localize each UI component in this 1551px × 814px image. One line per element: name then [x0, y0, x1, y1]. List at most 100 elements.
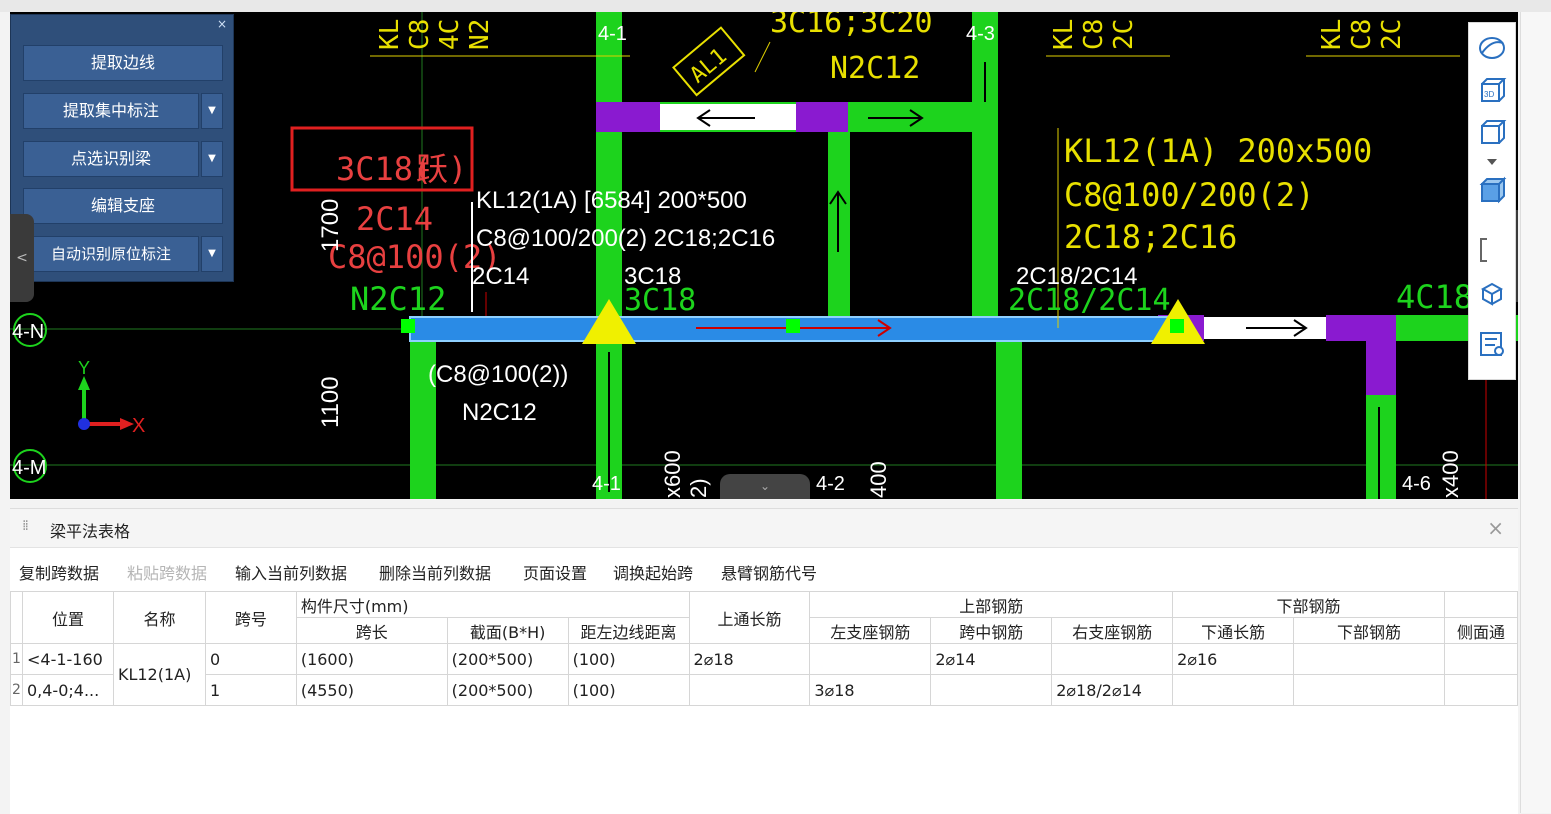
col-left-support[interactable]: 左支座钢筋: [809, 617, 932, 644]
extract-annotation-button[interactable]: 提取集中标注: [23, 93, 199, 129]
cad-drawing[interactable]: KL C8 4C N2 KL C8 2C KL C8 2C 3C16;3C20 …: [10, 12, 1518, 499]
bracket-select-icon[interactable]: [1477, 235, 1507, 265]
col-empty: [1443, 591, 1519, 618]
cell-bottom-through[interactable]: 2⌀16: [1172, 643, 1295, 675]
cell-span-no[interactable]: 0: [204, 643, 297, 675]
col-mid-span[interactable]: 跨中钢筋: [930, 617, 1053, 644]
cell-right-support[interactable]: 2⌀18/2⌀14: [1051, 674, 1174, 706]
grid-label-4-m: 4-M: [12, 457, 46, 479]
col-group-top: 上部钢筋: [809, 591, 1174, 618]
table-toolbar: 复制跨数据 粘贴跨数据 输入当前列数据 删除当前列数据 页面设置 调换起始跨 悬…: [10, 557, 1518, 587]
green-label-n2c12: N2C12: [350, 280, 446, 318]
cell-bottom-bar[interactable]: [1293, 643, 1445, 675]
cell-top-through[interactable]: [688, 674, 811, 706]
purple-support-3: [1366, 315, 1396, 395]
col-bottom-bar[interactable]: 下部钢筋: [1293, 617, 1445, 644]
3d-view-icon[interactable]: 3D: [1477, 75, 1507, 105]
grid-label-4-1-bottom: 4-1: [592, 473, 621, 495]
cell-left-support[interactable]: 3⌀18: [809, 674, 932, 706]
dim-1700: 1700: [317, 199, 344, 252]
cell-mid-span[interactable]: 2⌀14: [930, 643, 1053, 675]
view-toolbar: 3D: [1468, 22, 1516, 380]
grid-label-4-6: 4-6: [1402, 473, 1431, 495]
col-name[interactable]: 名称: [112, 591, 206, 644]
white-label-3c18: 3C18: [624, 263, 681, 290]
auto-recognize-dropdown[interactable]: ▼: [201, 236, 223, 272]
svg-text:KL: KL: [1317, 19, 1347, 50]
col-section[interactable]: 截面(B*H): [446, 617, 569, 644]
cell-position[interactable]: <4-1-160: [21, 643, 114, 675]
cell-side[interactable]: [1443, 643, 1519, 675]
panel-close-button[interactable]: ×: [217, 17, 227, 31]
swap-start-span-button[interactable]: 调换起始跨: [613, 560, 693, 584]
cell-section[interactable]: (200*500): [446, 674, 569, 706]
cell-top-through[interactable]: 2⌀18: [688, 643, 811, 675]
cell-section[interactable]: (200*500): [446, 643, 569, 675]
extract-annotation-dropdown[interactable]: ▼: [201, 93, 223, 129]
cell-span-no[interactable]: 1: [204, 674, 297, 706]
beam-table: 位置 名称 跨号 构件尺寸(mm) 上通长筋 上部钢筋 下部钢筋 跨长 截面(B…: [10, 591, 1519, 706]
copy-span-button[interactable]: 复制跨数据: [19, 560, 99, 584]
delete-column-button[interactable]: 删除当前列数据: [379, 560, 491, 584]
pick-beam-dropdown[interactable]: ▼: [201, 141, 223, 177]
collapse-left-tab[interactable]: <: [10, 214, 34, 302]
cell-bottom-through[interactable]: [1172, 674, 1295, 706]
cell-side[interactable]: [1443, 674, 1519, 706]
col-span-no[interactable]: 跨号: [204, 591, 297, 644]
expand-icon[interactable]: [1477, 155, 1507, 169]
list-view-icon[interactable]: [1477, 329, 1507, 359]
axis-x-label: X: [132, 415, 145, 437]
orbit-icon[interactable]: [1477, 33, 1507, 63]
collapse-bottom-tab[interactable]: ⌄: [720, 474, 810, 499]
col-edge-distance[interactable]: 距左边线距离: [567, 617, 690, 644]
paste-span-button[interactable]: 粘贴跨数据: [127, 560, 207, 584]
yellow-label-c8: C8: [405, 19, 435, 50]
cell-edge-distance[interactable]: (100): [567, 643, 690, 675]
svg-text:C8: C8: [1079, 19, 1109, 50]
table-panel-close-button[interactable]: ×: [1487, 516, 1504, 540]
col-side[interactable]: 侧面通: [1443, 617, 1519, 644]
pick-beam-button[interactable]: 点选识别梁: [23, 141, 199, 177]
drag-grip-icon[interactable]: ⁞⁞: [22, 518, 29, 534]
cell-span-length[interactable]: (1600): [295, 643, 448, 675]
row-number: 2: [10, 674, 23, 706]
page-setup-button[interactable]: 页面设置: [523, 560, 587, 584]
beam-table-panel: ⁞⁞ 梁平法表格 × 复制跨数据 粘贴跨数据 输入当前列数据 删除当前列数据 页…: [10, 508, 1519, 814]
col-right-support[interactable]: 右支座钢筋: [1051, 617, 1174, 644]
cell-mid-span[interactable]: [930, 674, 1053, 706]
svg-text:3D: 3D: [1484, 90, 1494, 99]
cell-left-support[interactable]: [809, 643, 932, 675]
cell-bottom-bar[interactable]: [1293, 674, 1445, 706]
grid-label-4-2: 4-2: [816, 473, 845, 495]
row-number: 1: [10, 643, 23, 675]
cell-right-support[interactable]: [1051, 643, 1174, 675]
input-column-button[interactable]: 输入当前列数据: [235, 560, 347, 584]
cell-position[interactable]: 0,4-0;4...: [21, 674, 114, 706]
edit-support-button[interactable]: 编辑支座: [23, 188, 223, 224]
cell-name[interactable]: KL12(1A): [112, 643, 206, 706]
table-panel-title: 梁平法表格: [50, 522, 131, 541]
cad-canvas[interactable]: KL C8 4C N2 KL C8 2C KL C8 2C 3C16;3C20 …: [10, 12, 1518, 499]
layer-box-icon[interactable]: [1477, 279, 1507, 309]
green-column-4-3: [972, 12, 998, 322]
extract-edge-button[interactable]: 提取边线: [23, 45, 223, 81]
col-bottom-through[interactable]: 下通长筋: [1172, 617, 1295, 644]
yellow-label-n2: N2: [465, 19, 495, 50]
cantilever-code-button[interactable]: 悬臂钢筋代号: [721, 560, 817, 584]
table-panel-header: ⁞⁞ 梁平法表格 ×: [10, 509, 1518, 548]
yellow-label-4c: 4C: [435, 19, 465, 50]
solid-box-icon[interactable]: [1477, 175, 1507, 205]
table-row[interactable]: 2 0,4-0;4... 1 (4550) (200*500) (100) 3⌀…: [10, 674, 1519, 706]
purple-support-2: [796, 102, 848, 132]
svg-text:C8: C8: [1347, 19, 1377, 50]
row-header-corner: [10, 591, 23, 644]
auto-recognize-button[interactable]: 自动识别原位标注: [23, 236, 199, 272]
col-top-through[interactable]: 上通长筋: [688, 591, 811, 644]
cell-span-length[interactable]: (4550): [295, 674, 448, 706]
box-view-icon[interactable]: [1477, 117, 1507, 147]
table-row[interactable]: 1 <4-1-160 KL12(1A) 0 (1600) (200*500) (…: [10, 643, 1519, 706]
col-position[interactable]: 位置: [21, 591, 114, 644]
col-span-length[interactable]: 跨长: [295, 617, 448, 644]
cell-edge-distance[interactable]: (100): [567, 674, 690, 706]
recognition-panel: × 提取边线 提取集中标注 ▼ 点选识别梁 ▼ 编辑支座 自动识别原位标注 ▼: [10, 14, 234, 282]
